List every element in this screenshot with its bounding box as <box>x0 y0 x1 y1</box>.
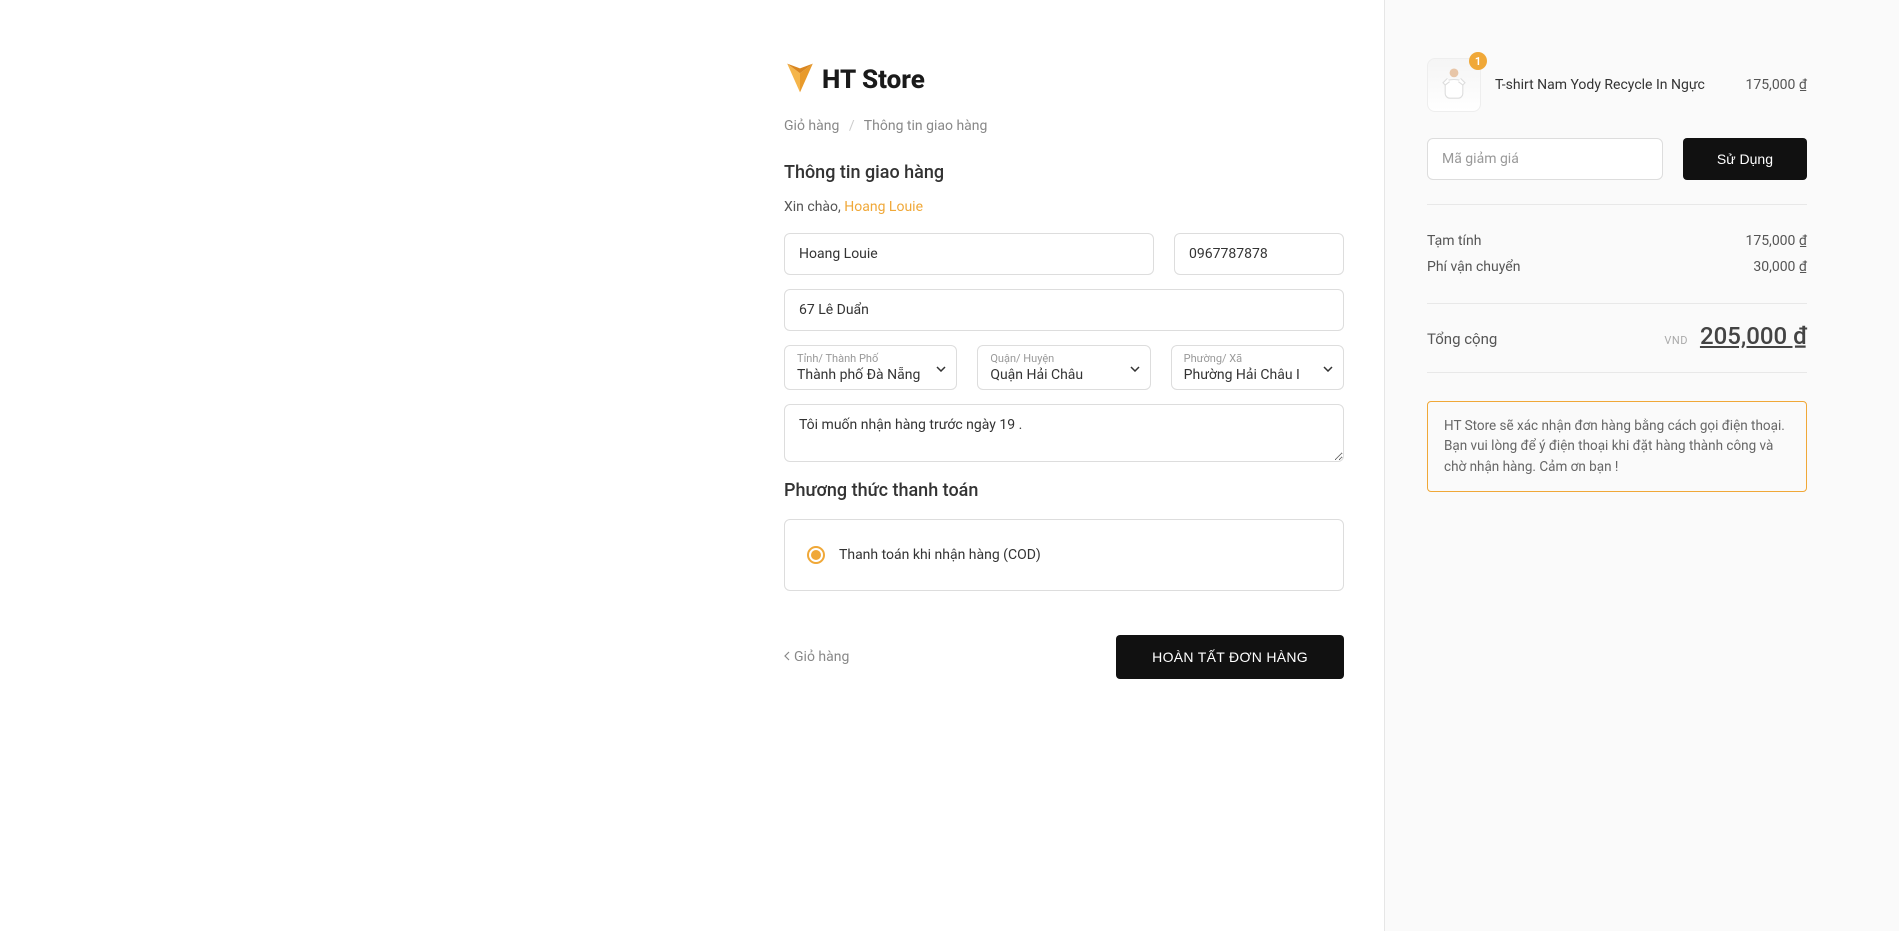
logo-icon <box>784 60 822 100</box>
shipping-title: Thông tin giao hàng <box>784 162 1344 183</box>
divider <box>1427 372 1807 373</box>
grand-total-value: 205,000 ₫ <box>1700 322 1807 350</box>
product-name: T-shirt Nam Yody Recycle In Ngực <box>1495 77 1731 93</box>
summary-panel: 1 T-shirt Nam Yody Recycle In Ngực 175,0… <box>1384 0 1899 931</box>
ward-value: Phường Hải Châu I <box>1184 367 1313 383</box>
apply-coupon-button[interactable]: Sử Dụng <box>1683 138 1807 180</box>
district-value: Quận Hải Châu <box>990 367 1119 383</box>
payment-cod-option[interactable]: Thanh toán khi nhận hàng (COD) <box>784 519 1344 591</box>
back-to-cart-link[interactable]: Giỏ hàng <box>784 649 849 665</box>
qty-badge: 1 <box>1469 52 1487 70</box>
shipping-fee-label: Phí vận chuyển <box>1427 259 1520 275</box>
breadcrumb-separator: / <box>849 118 855 134</box>
note-textarea[interactable]: Tôi muốn nhận hàng trước ngày 19 . <box>784 404 1344 462</box>
chevron-left-icon <box>784 649 790 665</box>
district-label: Quận/ Huyện <box>990 352 1119 365</box>
shipping-fee-value: 30,000 ₫ <box>1753 259 1807 275</box>
ward-label: Phường/ Xã <box>1184 352 1313 365</box>
product-price: 175,000 ₫ <box>1745 77 1807 93</box>
subtotal-value: 175,000 ₫ <box>1745 233 1807 249</box>
submit-order-button[interactable]: HOÀN TẤT ĐƠN HÀNG <box>1116 635 1344 679</box>
main-panel: HT Store Giỏ hàng / Thông tin giao hàng … <box>0 0 1384 931</box>
province-label: Tỉnh/ Thành Phố <box>797 352 926 365</box>
chevron-down-icon <box>1323 360 1333 376</box>
province-select[interactable]: Tỉnh/ Thành Phố Thành phố Đà Nẵng <box>784 345 957 390</box>
chevron-down-icon <box>936 360 946 376</box>
logo: HT Store <box>784 60 1344 100</box>
greeting-prefix: Xin chào, <box>784 199 844 215</box>
cart-item: 1 T-shirt Nam Yody Recycle In Ngực 175,0… <box>1427 58 1807 112</box>
subtotal-label: Tạm tính <box>1427 233 1481 249</box>
chevron-down-icon <box>1130 360 1140 376</box>
back-label: Giỏ hàng <box>794 649 849 665</box>
logo-text: HT Store <box>822 65 925 95</box>
grand-total-label: Tổng cộng <box>1427 330 1497 348</box>
payment-cod-label: Thanh toán khi nhận hàng (COD) <box>839 547 1041 563</box>
grand-total-currency: VND <box>1664 334 1688 347</box>
ward-select[interactable]: Phường/ Xã Phường Hải Châu I <box>1171 345 1344 390</box>
order-notice: HT Store sẽ xác nhận đơn hàng bằng cách … <box>1427 401 1807 492</box>
greeting: Xin chào, Hoang Louie <box>784 199 1344 215</box>
coupon-input[interactable] <box>1427 138 1663 180</box>
greeting-user-link[interactable]: Hoang Louie <box>844 199 923 215</box>
address-input[interactable] <box>784 289 1344 331</box>
province-value: Thành phố Đà Nẵng <box>797 367 926 383</box>
breadcrumb-cart-link[interactable]: Giỏ hàng <box>784 118 839 134</box>
district-select[interactable]: Quận/ Huyện Quận Hải Châu <box>977 345 1150 390</box>
breadcrumb-current: Thông tin giao hàng <box>864 118 988 134</box>
breadcrumb: Giỏ hàng / Thông tin giao hàng <box>784 118 1344 134</box>
phone-input[interactable] <box>1174 233 1344 275</box>
name-input[interactable] <box>784 233 1154 275</box>
payment-title: Phương thức thanh toán <box>784 480 1344 501</box>
radio-selected-icon <box>807 546 825 564</box>
